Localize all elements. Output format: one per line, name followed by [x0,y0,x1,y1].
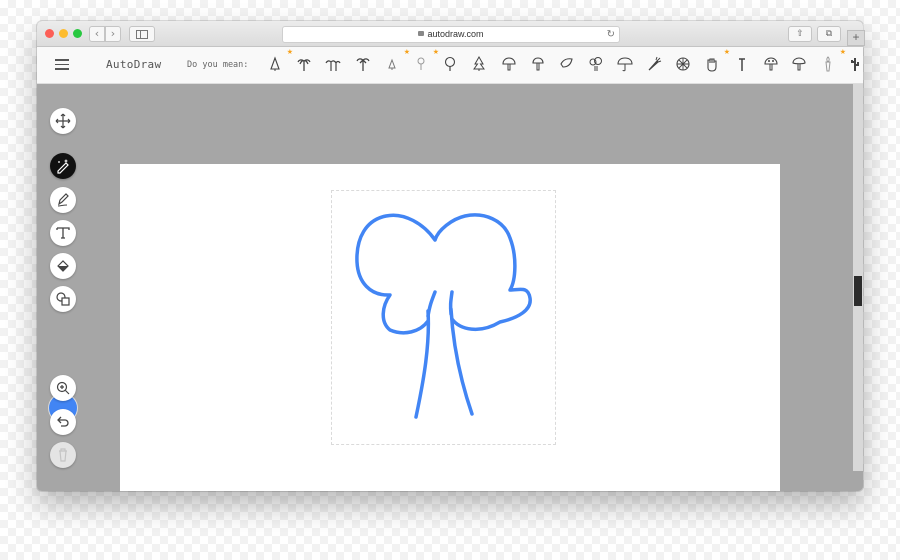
draw-tool-button[interactable] [50,187,76,213]
suggestion-label: Do you mean: [187,60,249,70]
minimize-window-button[interactable] [59,29,68,38]
palm-tree-single-icon [356,58,370,71]
star-badge-icon: ★ [432,48,439,56]
browser-titlebar: ‹ › autodraw.com ↻ ⇧ ⧉ [37,21,863,47]
suggestion-mushroom-outline[interactable] [530,53,552,77]
suggestion-wheel[interactable] [675,53,697,77]
pine-tree-icon [473,55,485,71]
browser-window: ‹ › autodraw.com ↻ ⇧ ⧉ AutoDraw Do you m… [37,21,863,491]
fill-bucket-icon [57,260,69,272]
suggestion-cactus[interactable] [847,53,863,77]
suggestion-umbrella[interactable] [617,53,639,77]
fill-tool-button[interactable] [50,253,76,279]
sidebar-toggle-button[interactable] [129,26,155,42]
move-tool-button[interactable] [50,108,76,134]
vertical-scroll-thumb[interactable] [854,276,862,306]
tree-doodle [355,213,532,419]
tab-overview-button[interactable]: ⧉ [817,26,841,42]
wheel-icon [676,57,690,71]
suggestion-carrot[interactable] [646,53,668,77]
vertical-scrollbar[interactable] [853,84,863,471]
suggestion-mushroom-cap[interactable] [791,53,813,77]
suggestion-broccoli[interactable] [588,53,610,77]
umbrella-icon [617,57,633,72]
suggestion-leaf[interactable] [559,53,581,77]
pine-tree-outline-icon [270,56,280,71]
autodraw-tool-button[interactable] [50,153,76,179]
suggestion-pine-tree-outline[interactable]: ★ [267,48,293,77]
star-badge-icon: ★ [723,48,730,56]
tree-trunk-top-stroke [426,290,454,318]
suggestion-small-tree[interactable]: ★ [384,48,410,77]
delete-tool-button[interactable] [50,442,76,468]
small-tree-icon [388,58,396,70]
suggestion-tree-round[interactable] [442,53,464,77]
autodraw-pen-icon [57,159,69,174]
suggestion-palm-trees[interactable] [325,53,347,77]
suggestion-mushroom-spotted[interactable] [763,53,785,77]
drawing-workspace [37,84,863,491]
pencil-icon [57,193,69,207]
tree-round-icon [444,56,456,71]
reload-icon[interactable]: ↻ [607,27,615,42]
suggestion-palm-tree[interactable] [296,53,318,77]
zoom-tool-button[interactable] [50,375,76,401]
lamp-icon [417,57,425,70]
suggestion-torch[interactable]: ★ [820,48,846,77]
app-header: AutoDraw Do you mean: ★ ★ ★ ★ ★ [37,47,863,84]
mushroom-outline-icon [532,57,544,71]
share-button[interactable]: ⇧ [788,26,812,42]
suggestion-mushroom[interactable] [501,53,523,77]
tree-canopy-stroke [355,213,532,335]
drawing-canvas[interactable] [120,164,780,491]
torch-icon [825,56,831,72]
cactus-icon [851,58,859,71]
suggestion-lamp[interactable]: ★ [413,48,439,77]
shapes-icon [56,292,70,306]
forward-button[interactable]: › [105,26,121,42]
menu-icon[interactable] [55,59,69,70]
star-badge-icon: ★ [286,48,293,56]
undo-icon [57,416,69,427]
mushroom-spotted-icon [764,57,778,71]
star-badge-icon: ★ [839,48,846,56]
carrot-icon [648,56,662,71]
address-text: autodraw.com [427,29,484,39]
nail-icon [739,58,745,71]
new-tab-button[interactable]: + [847,30,865,46]
suggestion-nail[interactable] [734,53,756,77]
app-title: AutoDraw [106,58,162,71]
lock-icon [418,31,425,36]
zoom-in-icon [56,381,70,395]
address-bar[interactable]: autodraw.com ↻ [282,26,620,43]
text-icon [56,227,70,239]
suggestion-hand[interactable]: ★ [704,48,730,77]
back-button[interactable]: ‹ [89,26,105,42]
hand-icon [707,58,717,72]
mushroom-icon [502,57,516,71]
move-icon [55,113,71,129]
mushroom-cap-icon [792,57,806,71]
shape-tool-button[interactable] [50,286,76,312]
text-tool-button[interactable] [50,220,76,246]
star-badge-icon: ★ [403,48,410,56]
palm-tree-icon [297,59,311,71]
broccoli-icon [589,57,602,71]
leaf-icon [560,58,573,68]
suggestion-pine-tree[interactable] [471,53,493,77]
undo-tool-button[interactable] [50,409,76,435]
palm-trees-icon [325,60,341,71]
zoom-window-button[interactable] [73,29,82,38]
trash-icon [59,448,67,462]
sidebar-icon [136,30,148,39]
suggestion-palm-tree-single[interactable] [355,53,377,77]
close-window-button[interactable] [45,29,54,38]
